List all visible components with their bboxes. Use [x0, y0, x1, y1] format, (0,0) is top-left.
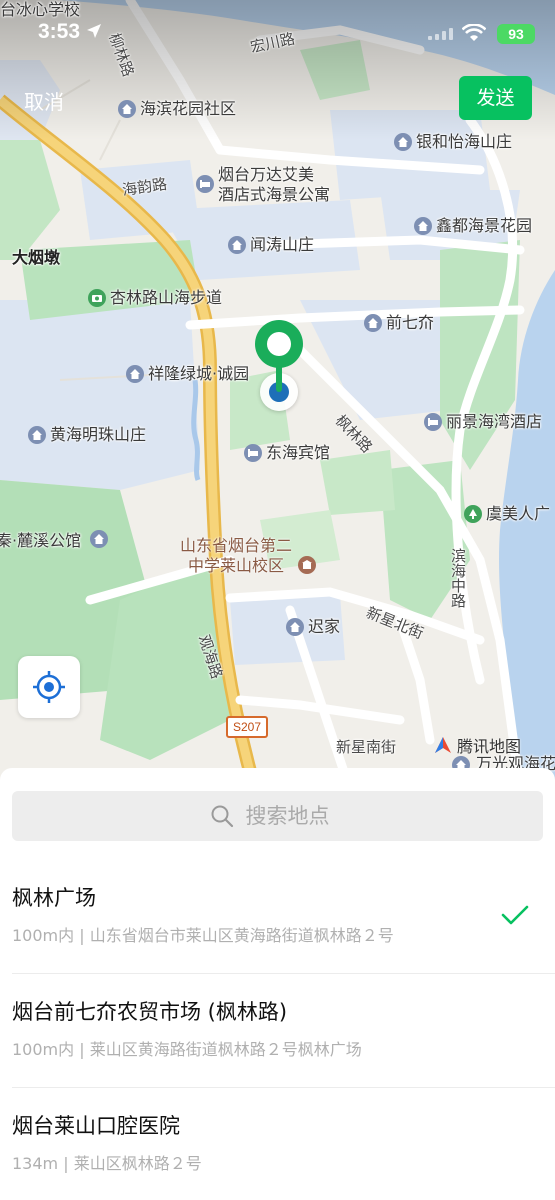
hotel-icon: [424, 413, 442, 431]
poi-qianqijie[interactable]: 前七夼: [364, 313, 434, 333]
search-bar[interactable]: [12, 791, 543, 841]
poi-lijing[interactable]: 丽景海湾酒店: [424, 412, 542, 432]
result-address: 100m内 | 莱山区黄海路街道枫林路２号枫林广场: [12, 1040, 362, 1059]
battery-indicator: 93: [497, 24, 535, 44]
map-attribution: 腾讯地图: [433, 733, 521, 757]
result-name: 烟台前七夼农贸市场 (枫林路): [12, 1000, 288, 1024]
location-arrow-icon: [86, 24, 101, 38]
send-button[interactable]: 发送: [459, 76, 532, 120]
result-item-1[interactable]: 枫林广场 100m内 | 山东省烟台市莱山区黄海路街道枫林路２号: [0, 860, 555, 974]
poi-chijia[interactable]: 迟家: [286, 617, 340, 637]
poi-haibin[interactable]: 海滨花园社区: [118, 99, 236, 119]
poi-yinhe[interactable]: 银和怡海山庄: [394, 132, 512, 152]
location-results-sheet: 枫林广场 100m内 | 山东省烟台市莱山区黄海路街道枫林路２号 烟台前七夼农贸…: [0, 768, 555, 1200]
home-icon: [364, 314, 382, 332]
highway-shield-s207: S207: [226, 716, 268, 738]
result-item-2[interactable]: 烟台前七夼农贸市场 (枫林路) 100m内 | 莱山区黄海路街道枫林路２号枫林广…: [0, 974, 555, 1088]
home-icon: [126, 365, 144, 383]
poi-donghai[interactable]: 东海宾馆: [244, 443, 330, 463]
hotel-icon: [244, 444, 262, 462]
result-name: 烟台莱山口腔医院: [12, 1114, 180, 1138]
camera-icon: [88, 289, 106, 307]
hotel-icon: [196, 175, 214, 193]
road-label-binhai: 滨海中路: [449, 548, 467, 608]
poi-yumei[interactable]: 虞美人广: [464, 504, 550, 524]
poi-wanda[interactable]: 烟台万达艾美 酒店式海景公寓: [196, 165, 330, 205]
cancel-button[interactable]: 取消: [24, 86, 64, 115]
tencent-map-logo-icon: [435, 737, 451, 753]
school-icon: [298, 556, 317, 574]
map-label-lixi: 秦·麓溪公馆: [0, 531, 82, 550]
search-icon: [211, 805, 233, 828]
poi-xianglong[interactable]: 祥隆绿城·诚园: [126, 364, 249, 384]
result-address: 100m内 | 山东省烟台市莱山区黄海路街道枫林路２号: [12, 926, 394, 945]
tree-icon: [464, 505, 482, 523]
wifi-icon: [462, 24, 486, 41]
home-icon: [414, 217, 432, 235]
location-pin-icon[interactable]: [252, 320, 306, 395]
status-time: 3:53: [38, 20, 102, 44]
crosshair-icon: [33, 671, 65, 703]
result-name: 枫林广场: [12, 886, 96, 910]
result-item-3[interactable]: 烟台莱山口腔医院 134m | 莱山区枫林路２号: [0, 1088, 555, 1200]
home-icon: [118, 100, 136, 118]
poi-wentao[interactable]: 闻涛山庄: [228, 235, 314, 255]
road-label-xinxingnan: 新星南街: [336, 738, 397, 756]
status-bar: 3:53 93: [0, 0, 555, 70]
poi-xinglin[interactable]: 杏林路山海步道: [88, 288, 222, 308]
cellular-signal-icon: [428, 28, 453, 40]
poi-xindu[interactable]: 鑫都海景花园: [414, 216, 532, 236]
result-address: 134m | 莱山区枫林路２号: [12, 1154, 202, 1173]
checkmark-icon: [501, 905, 529, 925]
search-input[interactable]: [245, 804, 346, 828]
home-icon: [228, 236, 246, 254]
home-icon: [286, 618, 304, 636]
poi-huanghai[interactable]: 黄海明珠山庄: [28, 425, 146, 445]
map-label-dayandun: 大烟墩: [12, 248, 61, 267]
home-icon: [28, 426, 46, 444]
poi-school2[interactable]: 山东省烟台第二 中学莱山校区: [180, 536, 317, 576]
home-icon: [394, 133, 412, 151]
locate-me-button[interactable]: [18, 656, 80, 718]
home-icon: [90, 530, 108, 548]
